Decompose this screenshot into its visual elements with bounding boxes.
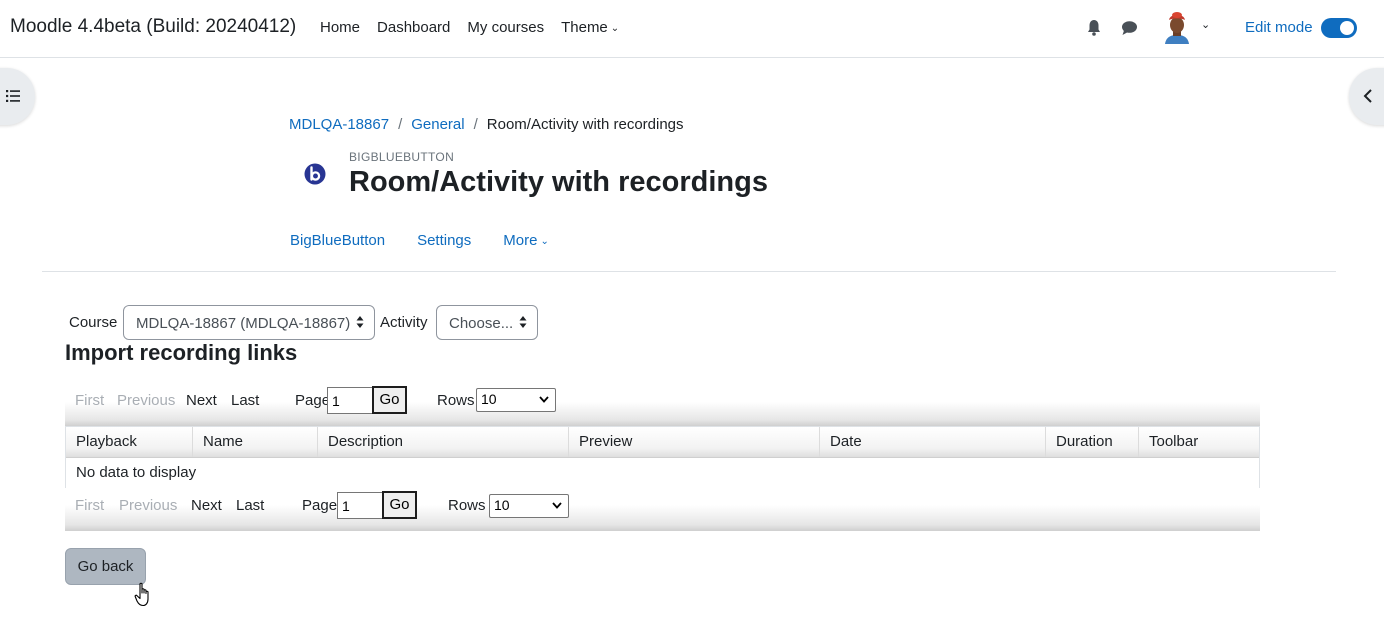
activity-label: Activity xyxy=(380,314,428,331)
paging-last[interactable]: Last xyxy=(231,392,259,409)
breadcrumb-course[interactable]: MDLQA-18867 xyxy=(289,116,389,133)
paging-rows-label: Rows xyxy=(437,392,475,409)
tab-more-dropdown[interactable]: More ⌄ xyxy=(503,232,549,249)
column-header-date[interactable]: Date xyxy=(820,427,1046,457)
paging-rows-label: Rows xyxy=(448,497,486,514)
tab-settings[interactable]: Settings xyxy=(417,232,471,249)
site-name[interactable]: Moodle 4.4beta (Build: 20240412) xyxy=(10,16,296,38)
top-navbar: Moodle 4.4beta (Build: 20240412) Home Da… xyxy=(0,0,1384,58)
recordings-table: Playback Name Description Preview Date D… xyxy=(65,426,1260,490)
activity-select[interactable]: Choose... xyxy=(436,305,538,340)
chevron-down-icon xyxy=(552,502,562,509)
activity-select-value: Choose... xyxy=(449,315,514,332)
block-drawer-toggle[interactable] xyxy=(1349,68,1384,125)
chevron-down-icon: ⌄ xyxy=(610,23,620,34)
go-back-button[interactable]: Go back xyxy=(65,548,146,585)
paging-page-label: Page xyxy=(295,392,331,409)
table-empty-row: No data to display xyxy=(66,458,1259,489)
course-select[interactable]: MDLQA-18867 (MDLQA-18867) xyxy=(123,305,375,340)
breadcrumb-separator: / xyxy=(473,116,478,133)
primary-navigation: Home Dashboard My courses Theme ⌄ xyxy=(320,19,636,36)
nav-dashboard[interactable]: Dashboard xyxy=(377,19,450,36)
edit-mode-toggle[interactable] xyxy=(1321,18,1357,38)
chevron-down-icon: ⌄ xyxy=(540,236,549,247)
course-select-value: MDLQA-18867 (MDLQA-18867) xyxy=(136,315,351,332)
nav-home[interactable]: Home xyxy=(320,19,360,36)
header-divider xyxy=(42,271,1336,272)
column-header-name[interactable]: Name xyxy=(193,427,318,457)
go-button[interactable]: Go xyxy=(382,491,417,519)
hand-pointer-icon xyxy=(134,582,149,607)
column-header-duration[interactable]: Duration xyxy=(1046,427,1139,457)
paging-last[interactable]: Last xyxy=(236,497,264,514)
breadcrumb-separator: / xyxy=(398,116,403,133)
breadcrumb: MDLQA-18867 / General / Room/Activity wi… xyxy=(289,116,684,133)
nav-theme-dropdown[interactable]: Theme ⌄ xyxy=(561,19,619,36)
tab-more-label: More xyxy=(503,232,538,249)
nav-theme-label: Theme xyxy=(561,19,608,36)
page-number-input[interactable] xyxy=(337,492,383,519)
column-header-preview[interactable]: Preview xyxy=(569,427,820,457)
paging-first: First xyxy=(75,392,105,409)
avatar[interactable] xyxy=(1160,10,1194,46)
edit-mode-label: Edit mode xyxy=(1245,19,1313,36)
paging-bar-top: First Previous Next Last Page Go Rows 10 xyxy=(65,386,1260,426)
secondary-navigation: BigBlueButton Settings More ⌄ xyxy=(290,232,581,249)
course-index-toggle[interactable] xyxy=(0,68,35,125)
chat-icon[interactable] xyxy=(1120,19,1138,37)
breadcrumb-current: Room/Activity with recordings xyxy=(486,116,684,133)
list-icon xyxy=(6,90,20,102)
toggle-knob xyxy=(1340,21,1354,35)
column-header-playback[interactable]: Playback xyxy=(66,427,193,457)
breadcrumb-section[interactable]: General xyxy=(411,116,464,133)
chevron-left-icon xyxy=(1363,89,1372,103)
paging-previous: Previous xyxy=(119,497,178,514)
column-header-toolbar[interactable]: Toolbar xyxy=(1139,427,1259,457)
course-label: Course xyxy=(69,314,118,331)
page-number-input[interactable] xyxy=(327,387,373,414)
page-title: Room/Activity with recordings xyxy=(349,166,768,198)
paging-next[interactable]: Next xyxy=(191,497,222,514)
paging-page-label: Page xyxy=(302,497,338,514)
paging-bar-bottom: First Previous Next Last Page Go Rows 10 xyxy=(65,488,1260,531)
rows-select-value: 10 xyxy=(481,391,497,407)
go-button[interactable]: Go xyxy=(372,386,407,414)
paging-first: First xyxy=(75,497,105,514)
module-type-label: BIGBLUEBUTTON xyxy=(349,150,455,164)
section-heading: Import recording links xyxy=(65,340,298,365)
chevron-down-icon[interactable]: ⌄ xyxy=(1201,18,1210,31)
column-header-description[interactable]: Description xyxy=(318,427,569,457)
tab-bigbluebutton[interactable]: BigBlueButton xyxy=(290,232,385,249)
paging-next[interactable]: Next xyxy=(186,392,217,409)
chevron-down-icon xyxy=(539,396,549,403)
rows-per-page-select[interactable]: 10 xyxy=(489,494,569,518)
bigbluebutton-icon xyxy=(304,163,326,185)
rows-select-value: 10 xyxy=(494,497,510,513)
table-header-row: Playback Name Description Preview Date D… xyxy=(66,427,1259,458)
sort-arrows-icon xyxy=(519,316,527,328)
sort-arrows-icon xyxy=(356,316,364,328)
paging-previous: Previous xyxy=(117,392,176,409)
rows-per-page-select[interactable]: 10 xyxy=(476,388,556,412)
nav-my-courses[interactable]: My courses xyxy=(467,19,544,36)
bell-icon[interactable] xyxy=(1086,19,1102,37)
